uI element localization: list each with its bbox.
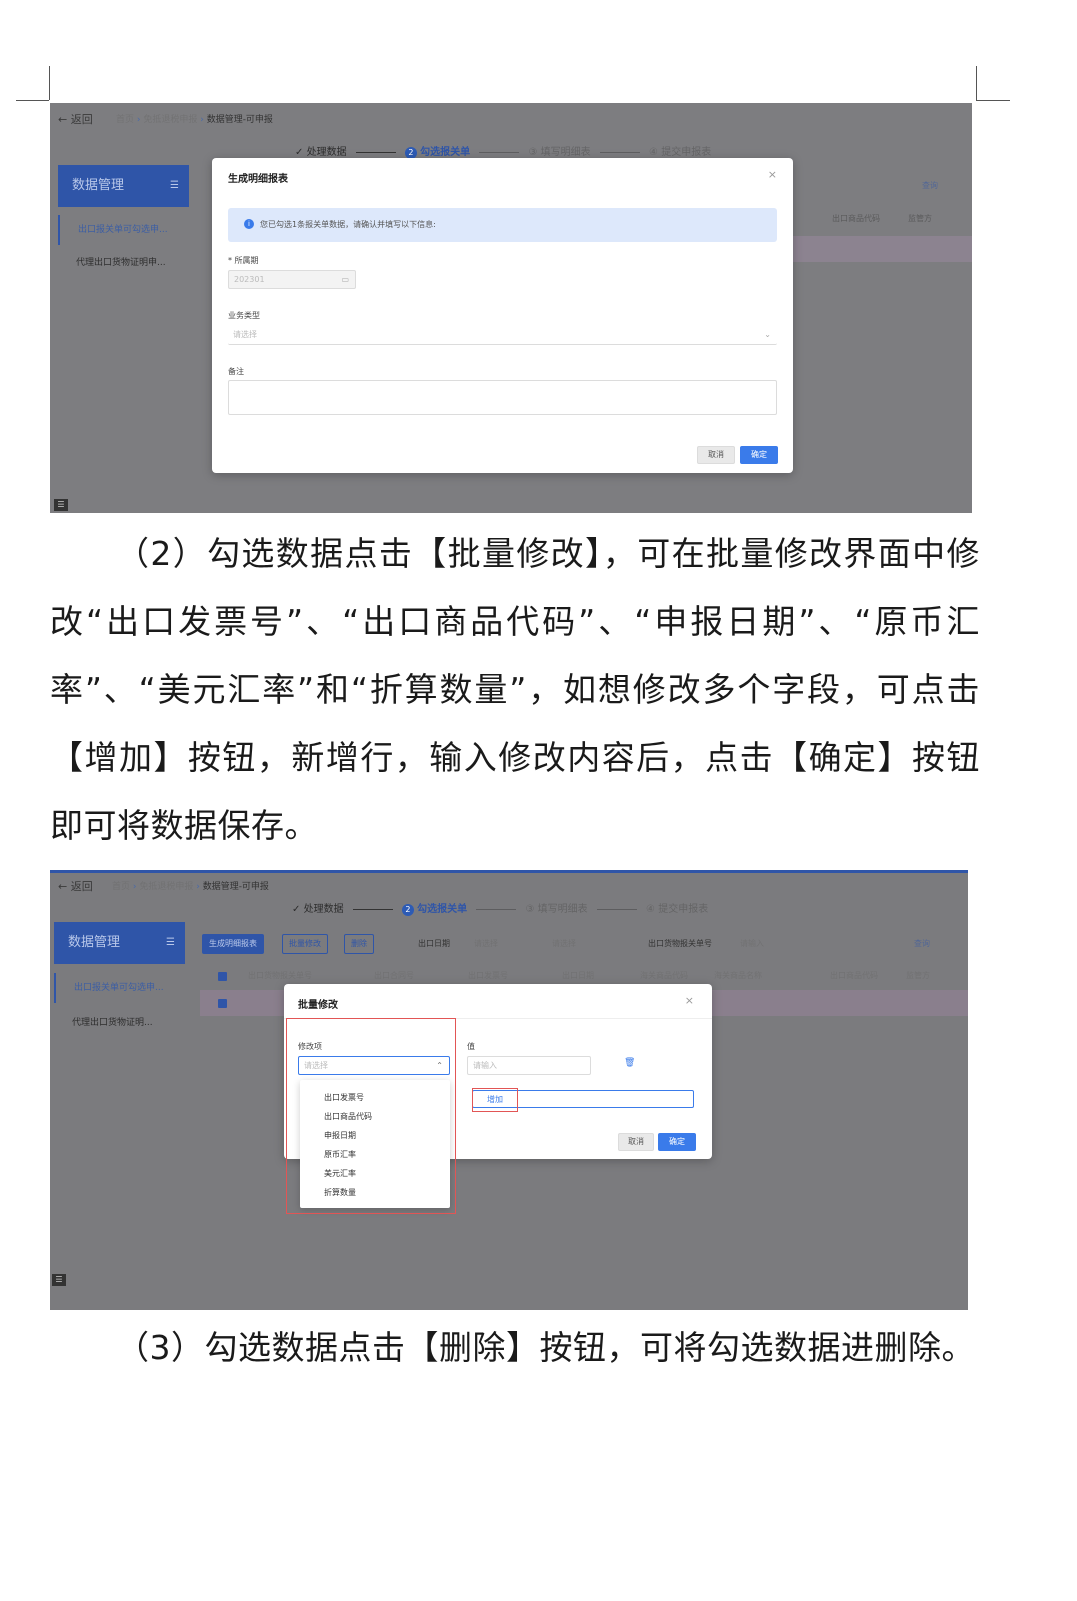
value-label: 值 <box>467 1042 475 1051</box>
breadcrumb-current: 数据管理-可申报 <box>206 115 273 125</box>
field-select-highlight <box>286 1018 456 1214</box>
dialog-title: 批量修改 <box>298 1000 338 1011</box>
remark-label: 备注 <box>228 367 244 376</box>
trash-icon[interactable]: 🗑 <box>624 1058 635 1068</box>
column-header: 海关商品名称 <box>714 971 762 980</box>
step-3-label: ③ 填写明细表 <box>528 147 591 158</box>
step-3-label: ③ 填写明细表 <box>525 904 588 915</box>
period-label: * 所属期 <box>228 256 259 265</box>
breadcrumb: 首页 › 免抵退税申报 › 数据管理-可申报 <box>112 882 269 892</box>
top-bar: ← 返回 首页 › 免抵退税申报 › 数据管理-可申报 <box>50 870 968 900</box>
column-header: 出口货物报关单号 <box>248 971 312 980</box>
breadcrumb-home[interactable]: 首页 <box>116 115 134 125</box>
sidebar-item-agency[interactable]: 代理出口货物证明申... <box>58 255 166 271</box>
cancel-button[interactable]: 取消 <box>697 446 735 464</box>
menu-icon[interactable]: ☰ <box>170 165 179 207</box>
sidebar-item-declaration[interactable]: 出口报关单可勾选申... <box>58 215 168 245</box>
step-2-label: 勾选报关单 <box>420 147 471 158</box>
step-check-icon: ✓ <box>292 904 301 915</box>
cancel-button[interactable]: 取消 <box>618 1133 654 1151</box>
breadcrumb-current: 数据管理-可申报 <box>202 882 269 892</box>
step-2-dot: 2 <box>401 904 414 916</box>
step-check-icon: ✓ <box>295 147 304 158</box>
screenshot-batch-edit: ← 返回 首页 › 免抵退税申报 › 数据管理-可申报 ✓ 处理数据 2 勾选报… <box>50 870 968 1310</box>
add-button[interactable]: 增加 <box>487 1094 503 1105</box>
filter-label-declaration-no: 出口货物报关单号 <box>648 939 712 948</box>
select-all-checkbox[interactable] <box>218 972 227 981</box>
corner-mark-right <box>976 66 977 100</box>
column-header: 出口合同号 <box>374 971 414 980</box>
confirm-button[interactable]: 确定 <box>740 446 778 464</box>
query-link[interactable]: 查询 <box>922 180 938 191</box>
list-toggle-icon[interactable]: ☰ <box>54 499 68 511</box>
close-icon[interactable]: × <box>685 994 694 1007</box>
step-2-label: 勾选报关单 <box>417 904 468 915</box>
close-icon[interactable]: × <box>768 168 777 181</box>
sidebar-title[interactable]: 数据管理 ☰ <box>58 165 189 207</box>
top-bar: ← 返回 首页 › 免抵退税申报 › 数据管理-可申报 <box>50 103 972 133</box>
info-icon: i <box>244 219 254 229</box>
sidebar-item-agency[interactable]: 代理出口货物证明... <box>54 1015 153 1031</box>
generate-report-dialog: 生成明细报表 × i 您已勾选1条报关单数据，请确认并填写以下信息: * 所属期… <box>212 158 793 473</box>
step-4-label: ④ 提交申报表 <box>646 904 709 915</box>
column-header-code: 出口商品代码 <box>832 214 880 223</box>
corner-mark-left <box>49 66 50 100</box>
business-type-label: 业务类型 <box>228 311 260 320</box>
breadcrumb-section[interactable]: 免抵退税申报 <box>139 882 193 892</box>
info-alert: i 您已勾选1条报关单数据，请确认并填写以下信息: <box>228 208 777 242</box>
paragraph-batch-edit: （2）勾选数据点击【批量修改】，可在批量修改界面中修改“出口发票号”、“出口商品… <box>50 534 980 845</box>
row-checkbox[interactable] <box>218 999 227 1008</box>
step-indicator: ✓ 处理数据 2 勾选报关单 ③ 填写明细表 ④ 提交申报表 <box>295 143 711 159</box>
sidebar-title[interactable]: 数据管理 ☰ <box>54 922 185 964</box>
list-toggle-icon[interactable]: ☰ <box>52 1274 66 1286</box>
batch-edit-button[interactable]: 批量修改 <box>282 934 328 954</box>
column-header: 出口发票号 <box>468 971 508 980</box>
generate-report-button[interactable]: 生成明细报表 <box>202 934 264 954</box>
column-header-supervision: 监管方 <box>908 214 932 223</box>
step-1-label: 处理数据 <box>306 147 347 158</box>
filter-label-date: 出口日期 <box>418 939 450 948</box>
breadcrumb: 首页 › 免抵退税申报 › 数据管理-可申报 <box>116 115 273 125</box>
remark-textarea[interactable] <box>228 380 777 415</box>
step-indicator: ✓ 处理数据 2 勾选报关单 ③ 填写明细表 ④ 提交申报表 <box>292 900 708 916</box>
declaration-no-input[interactable]: 请输入 <box>740 938 764 949</box>
column-header: 出口商品代码 <box>830 971 878 980</box>
date-start-input[interactable]: 请选择 <box>474 938 498 949</box>
period-input[interactable]: 202301 ▭ <box>228 270 356 289</box>
sidebar-item-declaration[interactable]: 出口报关单可勾选申... <box>54 973 164 1003</box>
query-button[interactable]: 查询 <box>914 938 930 949</box>
chevron-down-icon: ⌄ <box>764 330 771 339</box>
value-input[interactable]: 请输入 <box>467 1056 591 1075</box>
back-link[interactable]: ← 返回 <box>58 111 93 127</box>
step-1-label: 处理数据 <box>303 904 344 915</box>
paragraph-delete: （3）勾选数据点击【删除】按钮，可将勾选数据进删除。 <box>116 1328 975 1367</box>
breadcrumb-section[interactable]: 免抵退税申报 <box>143 115 197 125</box>
menu-icon[interactable]: ☰ <box>166 922 175 964</box>
column-header: 海关商品代码 <box>640 971 688 980</box>
column-header: 出口日期 <box>562 971 594 980</box>
calendar-icon: ▭ <box>341 275 349 284</box>
back-link[interactable]: ← 返回 <box>58 878 93 894</box>
dialog-title: 生成明细报表 <box>228 174 288 185</box>
business-type-select[interactable]: 请选择 ⌄ <box>228 326 777 345</box>
step-4-label: ④ 提交申报表 <box>649 147 712 158</box>
screenshot-generate-report: ← 返回 首页 › 免抵退税申报 › 数据管理-可申报 ✓ 处理数据 2 勾选报… <box>50 103 972 513</box>
column-header: 监管方 <box>906 971 930 980</box>
corner-mark-right-h <box>976 100 1010 101</box>
confirm-button[interactable]: 确定 <box>658 1133 696 1151</box>
info-text: 您已勾选1条报关单数据，请确认并填写以下信息: <box>260 220 436 229</box>
delete-button[interactable]: 删除 <box>344 934 374 954</box>
breadcrumb-home[interactable]: 首页 <box>112 882 130 892</box>
table-row[interactable] <box>793 236 972 262</box>
date-end-input[interactable]: 请选择 <box>552 938 576 949</box>
corner-mark-left-h <box>16 100 49 101</box>
